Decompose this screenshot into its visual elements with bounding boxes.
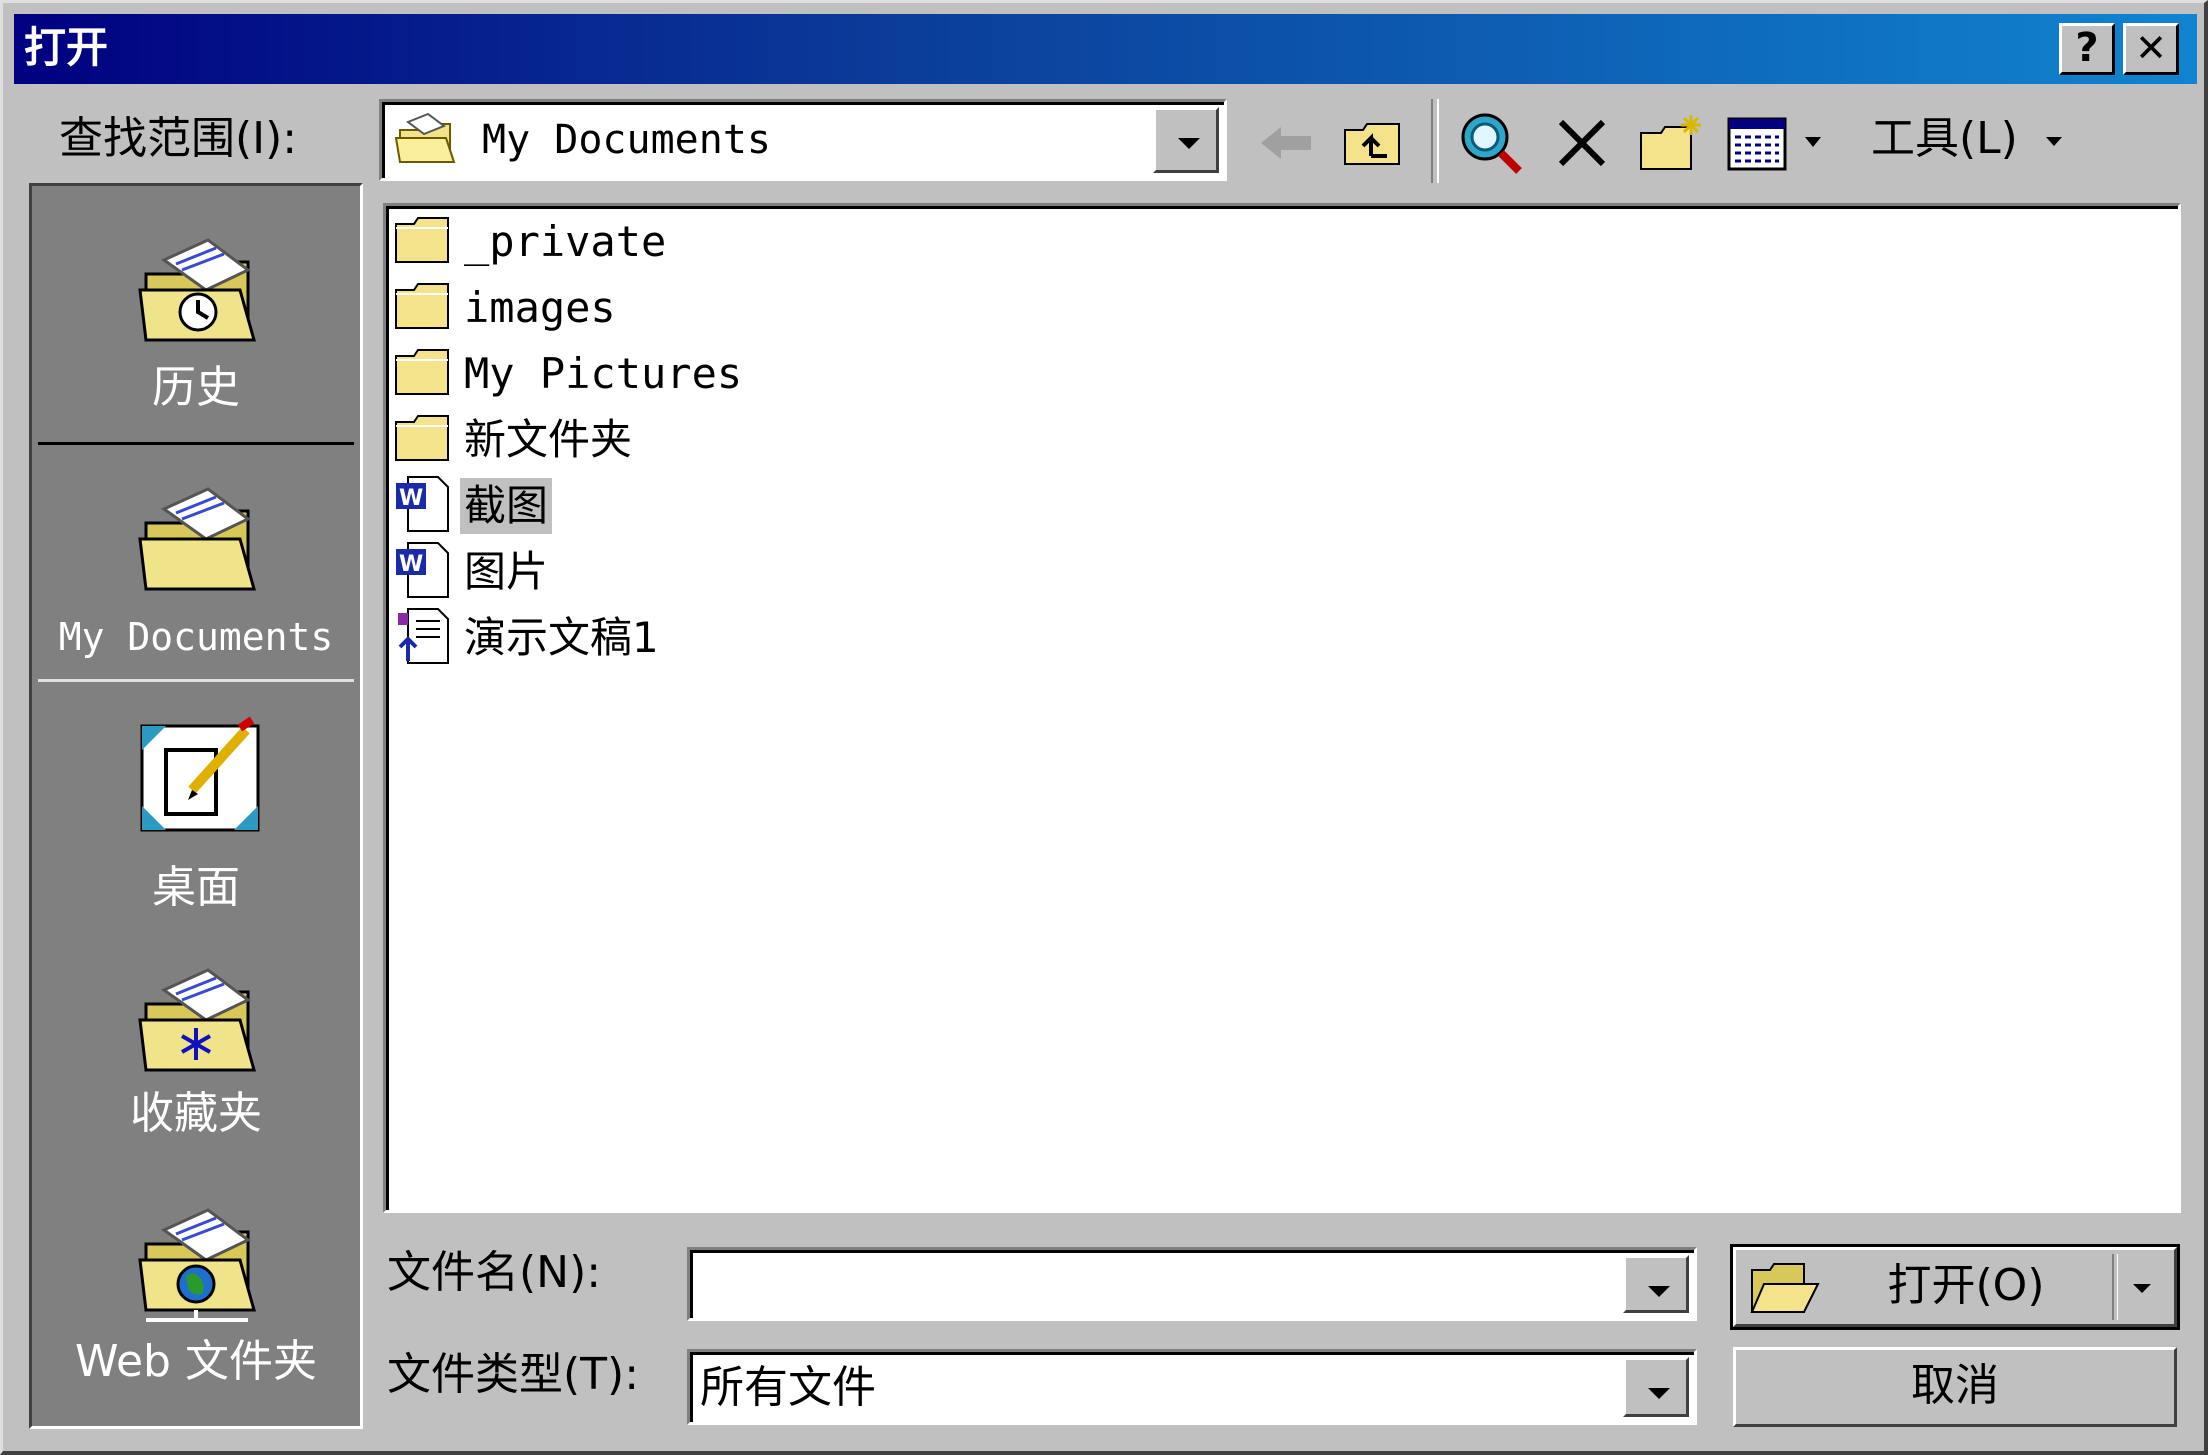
title-bar[interactable]: 打开 ? ✕ bbox=[14, 14, 2197, 84]
lookin-dropdown-button[interactable] bbox=[1153, 107, 1219, 173]
filename-combo[interactable] bbox=[687, 1247, 1697, 1321]
svg-text:W: W bbox=[399, 486, 423, 511]
places-bar: 历史 My Documents 桌面 收藏夹 Web 文件夹 bbox=[29, 183, 363, 1429]
up-folder-icon[interactable] bbox=[1337, 103, 1409, 183]
folder-icon bbox=[394, 282, 452, 334]
file-name: 图片 bbox=[464, 547, 549, 596]
tools-menu-label: 工具(L) bbox=[1871, 113, 2018, 164]
powerpoint-document-icon bbox=[394, 607, 452, 669]
list-item[interactable]: W 截图 bbox=[394, 475, 553, 537]
filetype-dropdown-button[interactable] bbox=[1623, 1357, 1689, 1417]
lookin-value: My Documents bbox=[482, 117, 771, 163]
filename-input[interactable] bbox=[698, 1258, 1602, 1310]
open-dialog: 打开 ? ✕ 查找范围(I): My Documents 工具(L) 历史 My… bbox=[0, 0, 2208, 1455]
help-button[interactable]: ? bbox=[2059, 23, 2115, 75]
place-desktop[interactable]: 桌面 bbox=[38, 696, 354, 936]
filename-label: 文件名(N): bbox=[387, 1247, 602, 1298]
filetype-label: 文件类型(T): bbox=[387, 1349, 640, 1400]
favorites-folder-icon bbox=[136, 964, 260, 1080]
file-list[interactable]: _private images My Pictures 新文件夹 W 截图 W … bbox=[383, 203, 2181, 1213]
place-web-folders[interactable]: Web 文件夹 bbox=[38, 1178, 354, 1418]
chevron-down-icon bbox=[2045, 136, 2062, 146]
place-label: 历史 bbox=[152, 362, 240, 413]
window-title: 打开 bbox=[24, 23, 109, 72]
place-history[interactable]: 历史 bbox=[38, 196, 354, 436]
cancel-button[interactable]: 取消 bbox=[1733, 1347, 2177, 1427]
folder-icon bbox=[394, 348, 452, 400]
file-name: 截图 bbox=[460, 478, 553, 534]
search-web-icon[interactable] bbox=[1453, 103, 1529, 183]
list-item[interactable]: _private bbox=[394, 212, 670, 272]
place-favorites[interactable]: 收藏夹 bbox=[38, 938, 354, 1178]
svg-text:W: W bbox=[399, 552, 423, 577]
delete-icon[interactable] bbox=[1547, 103, 1617, 183]
lookin-combo[interactable]: My Documents bbox=[379, 99, 1227, 181]
filetype-value: 所有文件 bbox=[700, 1362, 876, 1413]
new-folder-icon[interactable] bbox=[1633, 103, 1709, 183]
list-item[interactable]: 演示文稿1 bbox=[394, 608, 663, 668]
place-label: Web 文件夹 bbox=[75, 1336, 317, 1387]
chevron-down-icon bbox=[2133, 1284, 2151, 1293]
folder-icon bbox=[394, 414, 452, 466]
list-item[interactable]: My Pictures bbox=[394, 344, 746, 404]
desktop-icon bbox=[136, 716, 266, 840]
list-item[interactable]: W 图片 bbox=[394, 542, 552, 602]
open-dropdown-button[interactable] bbox=[2118, 1254, 2168, 1320]
file-name: images bbox=[464, 283, 616, 332]
history-folder-icon bbox=[136, 234, 260, 350]
my-documents-folder-icon bbox=[394, 112, 458, 172]
back-icon[interactable] bbox=[1255, 103, 1319, 183]
list-item[interactable]: 新文件夹 bbox=[394, 410, 636, 470]
place-label: 收藏夹 bbox=[130, 1088, 262, 1139]
folder-icon bbox=[394, 216, 452, 268]
open-button[interactable]: 打开(O) bbox=[1733, 1247, 2177, 1327]
filename-dropdown-button[interactable] bbox=[1623, 1255, 1689, 1313]
word-document-icon: W bbox=[394, 541, 452, 603]
file-name: 新文件夹 bbox=[464, 415, 633, 464]
list-item[interactable]: images bbox=[394, 278, 620, 338]
views-icon[interactable] bbox=[1725, 103, 1835, 183]
my-documents-folder-icon bbox=[136, 483, 260, 599]
filetype-combo[interactable]: 所有文件 bbox=[687, 1349, 1697, 1425]
web-folder-icon bbox=[136, 1204, 260, 1332]
file-name: 演示文稿1 bbox=[464, 613, 659, 662]
toolbar-separator bbox=[1431, 99, 1439, 183]
word-document-icon: W bbox=[394, 475, 452, 537]
file-name: My Pictures bbox=[464, 349, 743, 398]
file-name: _private bbox=[464, 217, 667, 266]
open-button-label: 打开(O) bbox=[1887, 1260, 2045, 1311]
close-button[interactable]: ✕ bbox=[2123, 23, 2179, 75]
tools-menu-button[interactable]: 工具(L) bbox=[1871, 111, 2062, 167]
place-label: 桌面 bbox=[152, 862, 240, 913]
place-label: My Documents bbox=[58, 615, 334, 659]
open-folder-icon bbox=[1748, 1260, 1820, 1320]
lookin-label: 查找范围(I): bbox=[59, 113, 298, 164]
place-my-documents[interactable]: My Documents bbox=[38, 442, 354, 682]
cancel-button-label: 取消 bbox=[1911, 1360, 1999, 1411]
